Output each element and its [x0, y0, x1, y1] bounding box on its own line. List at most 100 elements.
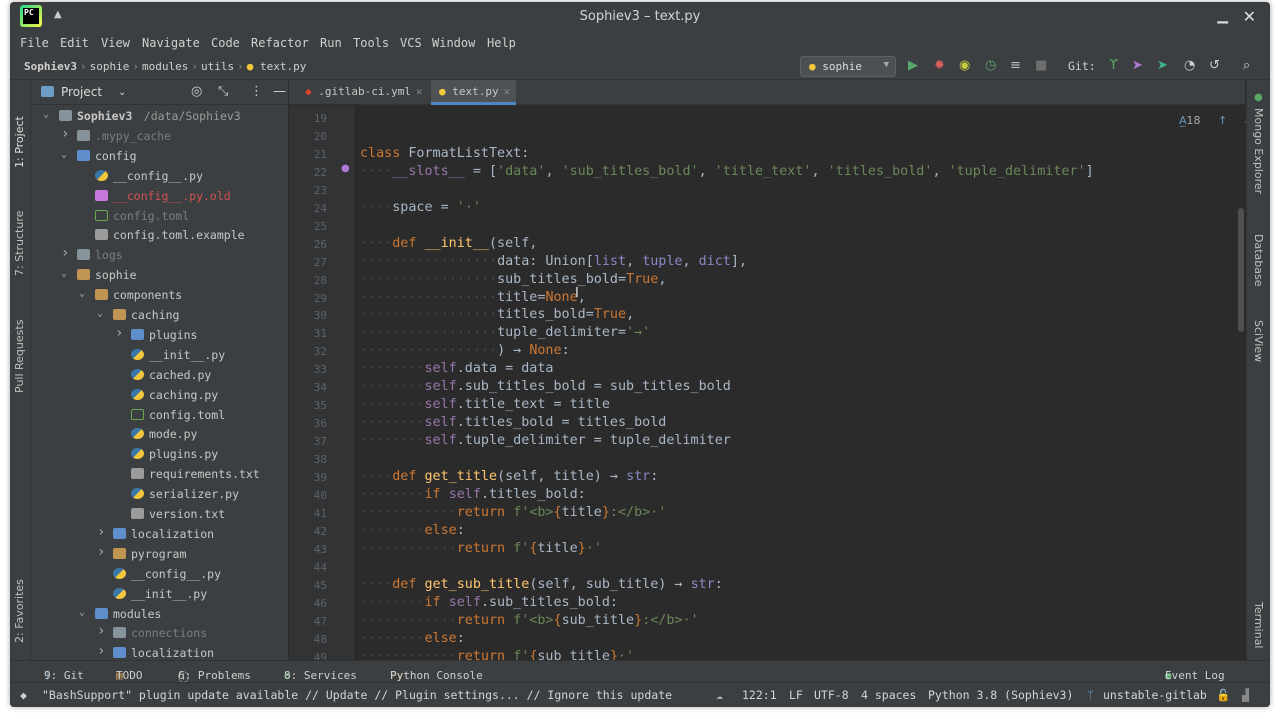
expanded-arrow-icon[interactable]: ⌄ [61, 268, 67, 279]
menu-run[interactable]: Run [320, 36, 342, 50]
code-line[interactable]: ····space = '·' [360, 200, 481, 215]
tree-item[interactable]: plugins.py [31, 444, 288, 464]
run-config-select[interactable]: ● sophie ▼ [800, 56, 896, 77]
override-marker-icon[interactable]: ● [341, 163, 350, 174]
project-panel-title[interactable]: Project [61, 85, 102, 99]
breadcrumb-item[interactable]: utils [201, 60, 234, 73]
tree-item[interactable]: ⌄ Sophiev3/data/Sophiev3 [31, 106, 288, 126]
tree-item[interactable]: version.txt [31, 504, 288, 524]
collapsed-arrow-icon[interactable]: › [97, 544, 105, 560]
locate-icon[interactable]: ◎ [191, 84, 202, 99]
tree-item[interactable]: __init__.py [31, 345, 288, 365]
code-line[interactable]: ········self.sub_titles_bold = sub_title… [360, 379, 731, 394]
tree-item[interactable]: cached.py [31, 365, 288, 385]
menu-file[interactable]: File [20, 36, 49, 50]
menu-edit[interactable]: Edit [60, 36, 89, 50]
stop-icon[interactable]: ■ [1035, 58, 1047, 73]
tool-project[interactable]: 1: Project [13, 116, 26, 168]
tree-item[interactable]: ⌄ config [31, 146, 288, 166]
tree-item[interactable]: › localization [31, 643, 288, 660]
expanded-arrow-icon[interactable]: ⌄ [79, 607, 85, 618]
code-line[interactable]: ········self.data = data [360, 361, 554, 376]
code-line[interactable]: ·················title=None, [360, 290, 586, 305]
plugin-notification-icon[interactable]: ◆ [20, 688, 27, 702]
breadcrumb-item[interactable]: sophie [90, 60, 130, 73]
tree-item[interactable]: ⌄ components [31, 285, 288, 305]
code-line[interactable]: ·················titles_bold=True, [360, 307, 634, 322]
line-separator[interactable]: LF [789, 688, 803, 702]
code-line[interactable]: ····def __init__(self, [360, 236, 537, 251]
tree-item[interactable]: › localization [31, 524, 288, 544]
search-icon[interactable]: ⌕ [1243, 58, 1250, 73]
coverage-icon[interactable]: ◉ [959, 58, 970, 73]
chevron-down-icon[interactable]: ⌄ [118, 87, 126, 98]
options-icon[interactable]: ⋮ [250, 84, 263, 99]
code-line[interactable]: ············return f'{title}·' [360, 541, 602, 556]
expanded-arrow-icon[interactable]: ⌄ [61, 149, 67, 160]
breadcrumb-item[interactable]: text.py [260, 60, 306, 73]
collapsed-arrow-icon[interactable]: › [97, 524, 105, 540]
code-line[interactable]: ·················tuple_delimiter='→' [360, 325, 650, 340]
tool-structure[interactable]: 7: Structure [13, 211, 26, 276]
indent-setting[interactable]: 4 spaces [861, 688, 916, 702]
tool-database[interactable]: Database [1252, 234, 1265, 287]
menu-code[interactable]: Code [211, 36, 240, 50]
code-line[interactable]: ·················data: Union[list, tuple… [360, 254, 747, 269]
collapse-icon[interactable]: ⤡ [218, 84, 228, 99]
code-line[interactable]: ········else: [360, 523, 465, 538]
close-tab-icon[interactable]: ✕ [416, 85, 423, 98]
tree-item[interactable]: › pyrogram [31, 544, 288, 564]
git-commit-icon[interactable]: ➤ [1132, 58, 1143, 73]
tree-item[interactable]: ⌄ modules [31, 604, 288, 624]
tree-item[interactable]: › logs [31, 245, 288, 265]
collapsed-arrow-icon[interactable]: › [61, 126, 69, 142]
code-line[interactable]: ········else: [360, 631, 465, 646]
expanded-arrow-icon[interactable]: ⌄ [43, 109, 49, 120]
inspection-widget[interactable]: A̲18 ↑ ↓ [1179, 114, 1246, 127]
close-tab-icon[interactable]: ✕ [504, 85, 511, 98]
tree-item[interactable]: › .mypy_cache [31, 126, 288, 146]
lock-icon[interactable]: 🔓 [1216, 688, 1230, 702]
collapsed-arrow-icon[interactable]: › [97, 643, 105, 659]
tree-item[interactable]: ⌄ sophie [31, 265, 288, 285]
hide-icon[interactable]: — [273, 84, 286, 99]
tool-pull-requests[interactable]: Pull Requests [13, 320, 26, 393]
git-rollback-icon[interactable]: ↺ [1209, 58, 1220, 73]
caret-position[interactable]: 122:1 [742, 688, 777, 702]
code-line[interactable]: class FormatListText: [360, 146, 529, 161]
breadcrumb-item[interactable]: modules [142, 60, 188, 73]
prev-issue-icon[interactable]: ↑ [1218, 114, 1227, 127]
git-branch[interactable]: unstable-gitlab [1103, 688, 1207, 702]
python-interpreter[interactable]: Python 3.8 (Sophiev3) [928, 688, 1073, 702]
menu-refactor[interactable]: Refactor [251, 36, 309, 50]
status-message[interactable]: "BashSupport" plugin update available //… [42, 688, 672, 702]
code-line[interactable]: ·················sub_titles_bold=True, [360, 272, 666, 287]
code-line[interactable]: ········if self.sub_titles_bold: [360, 595, 618, 610]
file-encoding[interactable]: UTF-8 [814, 688, 849, 702]
code-line[interactable]: ············return f'{sub_title}·' [360, 649, 634, 661]
code-line[interactable]: ············return f'<b>{title}:</b>·' [360, 505, 666, 520]
git-sync-icon[interactable]: ☁ [716, 688, 723, 702]
tool-sciview[interactable]: SciView [1252, 320, 1265, 362]
code-line[interactable]: ········self.tuple_delimiter = tuple_del… [360, 433, 731, 448]
code-line[interactable]: ·················) → None: [360, 343, 570, 358]
menu-help[interactable]: Help [487, 36, 516, 50]
breadcrumb-item[interactable]: Sophiev3 [24, 60, 77, 73]
expanded-arrow-icon[interactable]: ⌄ [79, 288, 85, 299]
git-history-icon[interactable]: ◔ [1184, 58, 1195, 73]
tab-gitlab-ci[interactable]: ◆ .gitlab-ci.yml ✕ [297, 80, 429, 105]
tree-item[interactable]: config.toml [31, 206, 288, 226]
collapsed-arrow-icon[interactable]: › [115, 325, 123, 341]
tree-item[interactable]: › plugins [31, 325, 288, 345]
tree-item[interactable]: serializer.py [31, 484, 288, 504]
menu-vcs[interactable]: VCS [400, 36, 422, 50]
editor-scrollbar[interactable] [1238, 208, 1244, 332]
concurrency-icon[interactable]: ≡ [1010, 58, 1021, 73]
code-line[interactable]: ········self.titles_bold = titles_bold [360, 415, 666, 430]
code-line[interactable]: ········self.title_text = title [360, 397, 610, 412]
menu-tools[interactable]: Tools [353, 36, 389, 50]
code-line[interactable]: ········if self.titles_bold: [360, 487, 586, 502]
code-line[interactable]: ············return f'<b>{sub_title}:</b>… [360, 613, 699, 628]
tree-item[interactable]: mode.py [31, 424, 288, 444]
code-line[interactable]: ····def get_title(self, title) → str: [360, 469, 658, 484]
